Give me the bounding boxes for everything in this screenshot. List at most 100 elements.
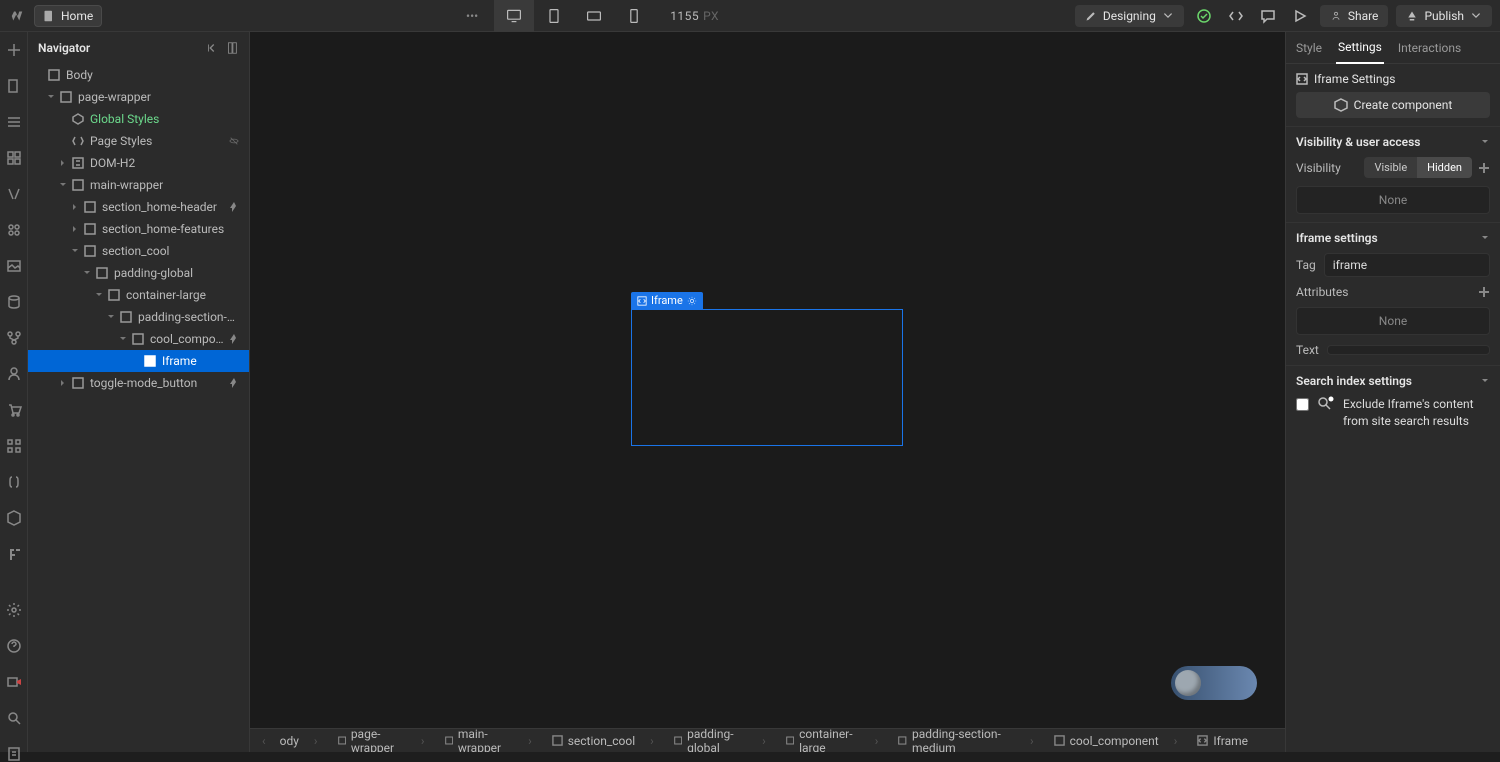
text-input-field[interactable] [1327,345,1490,355]
tree-node-page-styles[interactable]: Page Styles [28,130,249,152]
left-tool-rail [0,32,28,752]
help-icon[interactable] [6,638,22,654]
breadcrumb-item[interactable]: Iframe [1187,734,1273,748]
search-icon[interactable] [6,710,22,726]
breadcrumb-item[interactable]: ody [270,734,328,748]
navigator-tree: Body page-wrapper Global Styles Page Sty… [28,64,249,752]
pin-panel-icon[interactable] [225,41,239,55]
tree-node-dom-h2[interactable]: DOM-H2 [28,152,249,174]
top-bar: Home ••• 1155PX Designing Share Publish [0,0,1500,32]
navigator-title: Navigator [38,41,90,55]
attributes-label: Attributes [1296,285,1348,299]
preview-icon[interactable] [1288,4,1312,28]
ecommerce-icon[interactable] [6,402,22,418]
visibility-segmented-control[interactable]: Visible Hidden [1364,157,1472,178]
visibility-hidden-option[interactable]: Hidden [1417,157,1472,178]
iframe-settings-section-header[interactable]: Iframe settings [1296,231,1490,245]
collapse-panel-icon[interactable] [205,41,219,55]
tab-style[interactable]: Style [1294,33,1324,63]
tree-node-section-cool[interactable]: section_cool [28,240,249,262]
theme-toggle-widget[interactable] [1171,666,1257,700]
device-tablet-landscape-button[interactable] [574,0,614,32]
variables-icon[interactable] [6,186,22,202]
breadcrumb-item[interactable]: container-large [776,728,889,752]
audit-icon[interactable] [6,746,22,762]
tree-node-main-wrapper[interactable]: main-wrapper [28,174,249,196]
search-index-section-header[interactable]: Search index settings [1296,374,1490,388]
logic-icon[interactable] [6,330,22,346]
apps-icon[interactable] [6,438,22,454]
settings-gear-icon[interactable] [6,602,22,618]
iframe-settings-heading: Iframe Settings [1296,72,1490,86]
designing-mode-button[interactable]: Designing [1075,5,1184,27]
tree-node-container-large[interactable]: container-large [28,284,249,306]
visibility-section-header[interactable]: Visibility & user access [1296,135,1490,149]
iframe-element-outline[interactable] [631,309,903,446]
variables2-icon[interactable] [6,474,22,490]
pages-icon[interactable] [6,78,22,94]
device-tablet-button[interactable] [534,0,574,32]
visibility-conditions-none: None [1296,186,1490,214]
tab-settings[interactable]: Settings [1336,32,1384,64]
more-options-icon[interactable]: ••• [458,9,486,23]
viewport-size-display[interactable]: 1155PX [670,9,719,23]
page-name: Home [61,9,93,23]
exclude-search-label: Exclude Iframe's content from site searc… [1343,396,1490,430]
attributes-none: None [1296,307,1490,335]
tree-node-global-styles[interactable]: Global Styles [28,108,249,130]
code-icon[interactable] [1224,4,1248,28]
style-selectors-icon[interactable] [6,222,22,238]
breadcrumb-item[interactable]: padding-section-medium [888,728,1043,752]
breadcrumb-scroll-left-icon[interactable]: ‹ [262,734,270,748]
navigator-panel: Navigator Body page-wrapper Global Style… [28,32,250,752]
tree-node-cool-component[interactable]: cool_component [28,328,249,350]
tree-node-padding-global[interactable]: padding-global [28,262,249,284]
breadcrumb-item[interactable]: padding-global [664,728,776,752]
tree-node-iframe[interactable]: Iframe [28,350,249,372]
components-icon[interactable] [6,150,22,166]
breadcrumb-item[interactable]: main-wrapper [435,728,542,752]
webflow-logo-icon[interactable] [8,7,26,25]
users-icon[interactable] [6,366,22,382]
element-settings-icon[interactable] [687,296,697,306]
share-button[interactable]: Share [1320,5,1389,27]
add-visibility-condition-icon[interactable] [1478,162,1490,174]
right-panel-tabs: Style Settings Interactions [1286,32,1500,64]
cube-icon[interactable] [6,510,22,526]
publish-button[interactable]: Publish [1396,5,1492,27]
search-ai-icon [1317,396,1335,415]
breadcrumb-bar: ‹ ody page-wrapper main-wrapper section_… [250,728,1285,752]
status-ok-icon[interactable] [1192,4,1216,28]
exclude-search-checkbox[interactable] [1296,398,1309,411]
tree-node-section-home-header[interactable]: section_home-header [28,196,249,218]
assets-icon[interactable] [6,258,22,274]
tree-node-toggle-mode-button[interactable]: toggle-mode_button [28,372,249,394]
breadcrumb-item[interactable]: page-wrapper [328,728,435,752]
tree-node-page-wrapper[interactable]: page-wrapper [28,86,249,108]
navigator-icon[interactable] [6,114,22,130]
add-attribute-icon[interactable] [1478,286,1490,298]
design-canvas[interactable]: Iframe ‹ ody page-wrapper main-wrapper s… [250,32,1285,752]
finsweet-icon[interactable] [6,546,22,562]
visibility-visible-option[interactable]: Visible [1364,157,1417,178]
breadcrumb-item[interactable]: cool_component [1044,734,1188,748]
tab-interactions[interactable]: Interactions [1396,33,1463,63]
tree-node-section-home-features[interactable]: section_home-features [28,218,249,240]
text-label: Text [1296,343,1319,357]
device-mobile-button[interactable] [614,0,654,32]
video-icon[interactable] [6,674,22,690]
right-panel: Style Settings Interactions Iframe Setti… [1285,32,1500,752]
tree-node-body[interactable]: Body [28,64,249,86]
selected-element-tag[interactable]: Iframe [631,292,703,309]
create-component-button[interactable]: Create component [1296,92,1490,118]
page-selector-button[interactable]: Home [34,5,102,27]
comment-icon[interactable] [1256,4,1280,28]
device-desktop-button[interactable] [494,0,534,32]
add-element-icon[interactable] [6,42,22,58]
theme-toggle-knob [1175,670,1201,696]
visibility-label: Visibility [1296,161,1341,175]
cms-icon[interactable] [6,294,22,310]
tree-node-padding-section-medium[interactable]: padding-section-medium [28,306,249,328]
tag-input[interactable]: iframe [1324,253,1490,277]
breadcrumb-item[interactable]: section_cool [542,734,664,748]
